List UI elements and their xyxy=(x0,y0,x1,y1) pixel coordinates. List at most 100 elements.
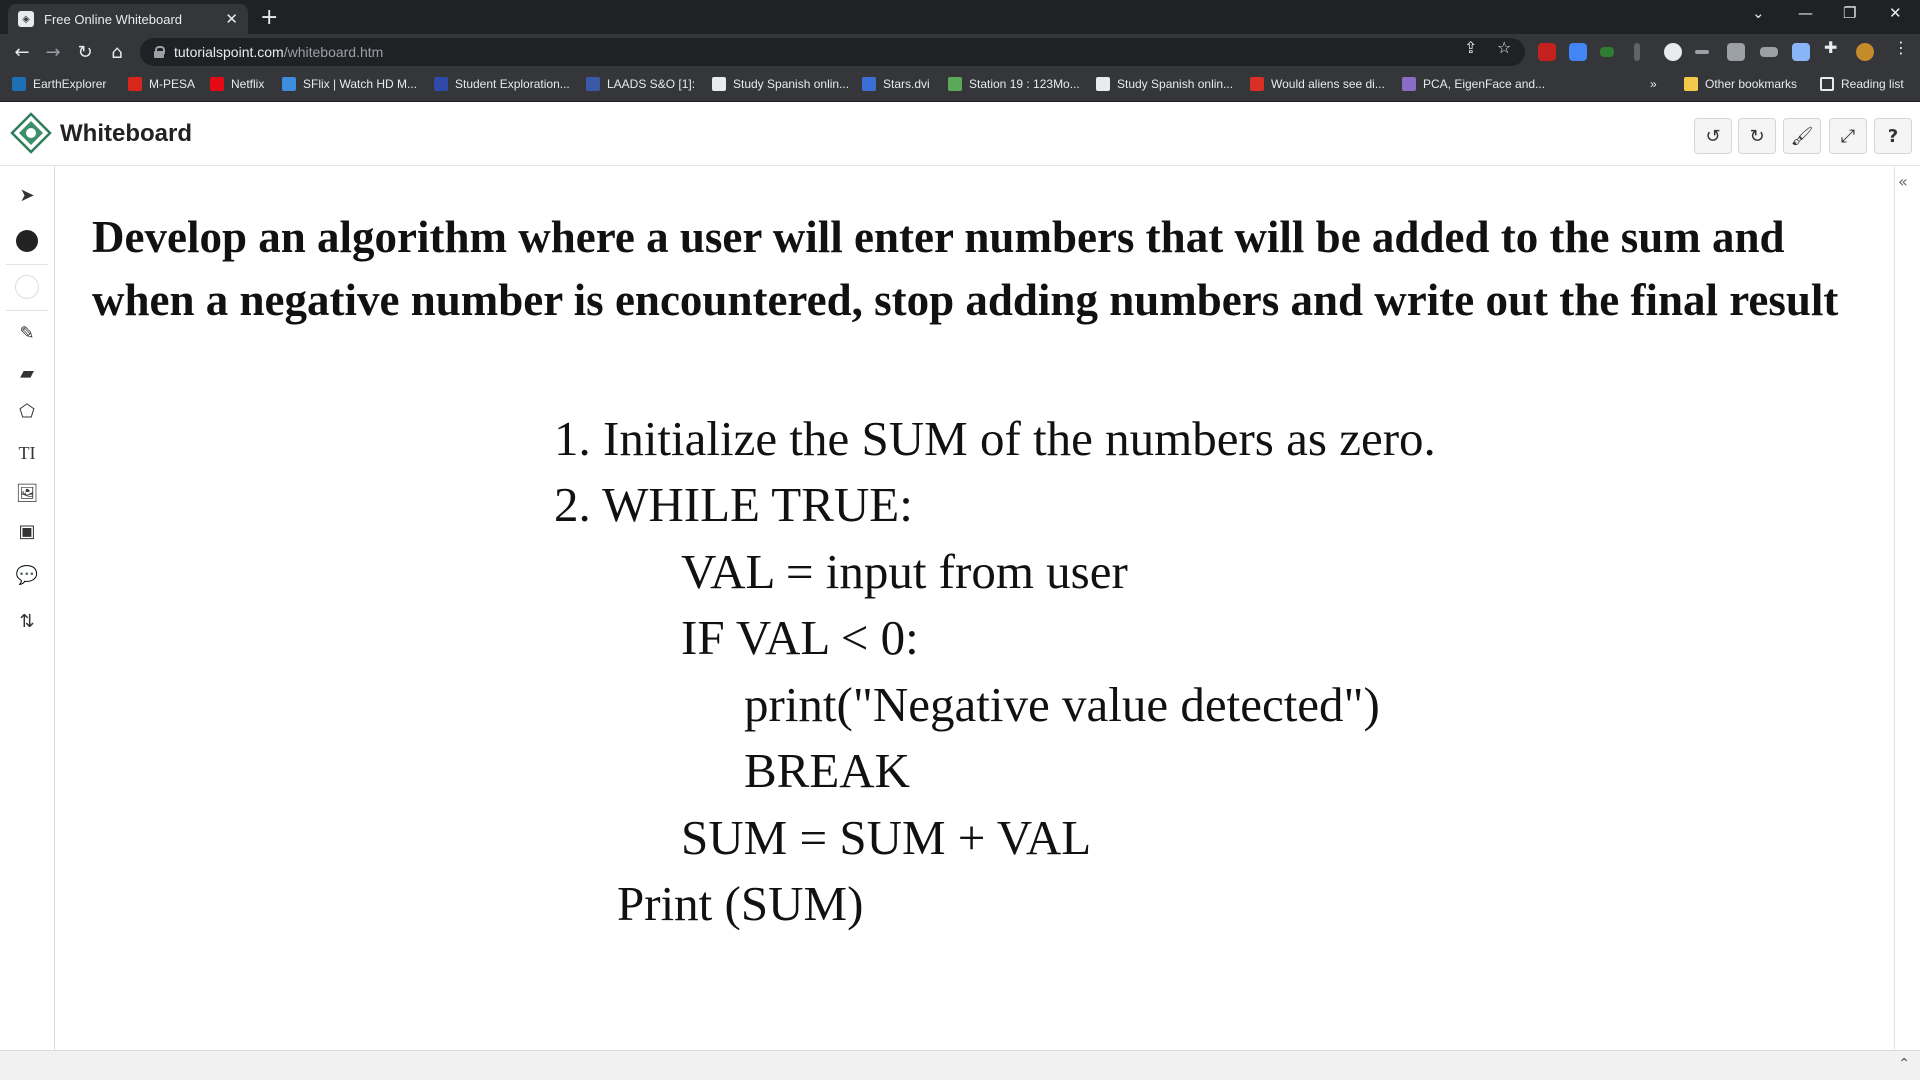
bookmark-favicon-icon xyxy=(1250,77,1264,91)
ublock-extension-icon[interactable] xyxy=(1538,43,1556,61)
new-tab-button[interactable]: + xyxy=(260,5,278,30)
bookmark-item[interactable]: EarthExplorer xyxy=(12,77,106,91)
image-tool[interactable]: 🖼 xyxy=(6,474,48,512)
page-title: Whiteboard xyxy=(60,120,192,147)
reading-list-icon xyxy=(1820,77,1834,91)
bookmark-item[interactable]: PCA, EigenFace and... xyxy=(1402,77,1545,91)
minimize-window-icon[interactable]: — xyxy=(1798,4,1813,22)
bookmark-favicon-icon xyxy=(948,77,962,91)
problem-statement-text: Develop an algorithm where a user will e… xyxy=(92,212,1839,325)
extension-icon[interactable] xyxy=(1695,50,1709,54)
close-tab-icon[interactable]: ✕ xyxy=(225,10,238,28)
pen-color-tool[interactable] xyxy=(6,222,48,260)
bookmark-favicon-icon xyxy=(1096,77,1110,91)
tool-sidebar: ➤ ✎ ▰ ⬠ TI 🖼 ▣ 💬 ⇅ xyxy=(0,166,55,1050)
scroll-up-icon[interactable]: ⌃ xyxy=(1898,1056,1910,1072)
bookmark-item[interactable]: SFlix | Watch HD M... xyxy=(282,77,417,91)
back-arrow-icon[interactable]: ← xyxy=(10,40,34,64)
select-pointer-tool[interactable]: ➤ xyxy=(6,176,48,214)
media-tool[interactable]: ▣ xyxy=(6,512,48,550)
algorithm-line: BREAK xyxy=(744,743,911,798)
bookmark-label: EarthExplorer xyxy=(33,77,107,91)
algorithm-line: print("Negative value detected") xyxy=(744,677,1380,732)
app-header: Whiteboard ↺ ↻ 🖌 ⤢ ? xyxy=(0,102,1920,166)
bookmark-star-icon[interactable]: ☆ xyxy=(1497,38,1511,57)
bookmark-label: Student Exploration... xyxy=(455,77,570,91)
comment-tool[interactable]: 💬 xyxy=(6,556,48,594)
bookmark-item[interactable]: Station 19 : 123Mo... xyxy=(948,77,1080,91)
background-color-tool[interactable] xyxy=(6,268,48,306)
share-icon[interactable]: ⇪ xyxy=(1464,38,1477,57)
redo-button[interactable]: ↻ xyxy=(1738,118,1776,154)
tool-divider xyxy=(6,310,48,311)
algorithm-line: VAL = input from user xyxy=(681,544,1128,599)
url-host: tutorialspoint.com xyxy=(174,44,284,60)
text-tool[interactable]: TI xyxy=(6,434,48,472)
folder-icon xyxy=(1684,77,1698,91)
whiteboard-favicon-icon: ◈ xyxy=(18,11,34,27)
screenshot-extension-icon[interactable] xyxy=(1792,43,1810,61)
browser-tab[interactable]: ◈ Free Online Whiteboard ✕ xyxy=(8,4,248,34)
restore-window-icon[interactable]: ❐ xyxy=(1843,4,1856,22)
algorithm-line: IF VAL < 0: xyxy=(681,610,919,665)
bookmark-favicon-icon xyxy=(1402,77,1416,91)
extension-icon[interactable] xyxy=(1634,43,1640,61)
bookmark-label: M-PESA xyxy=(149,77,196,91)
bottom-status-bar: ⌃ xyxy=(0,1050,1920,1080)
lock-icon xyxy=(154,46,165,58)
other-bookmarks-folder[interactable]: Other bookmarks xyxy=(1684,77,1797,91)
bookmark-label: PCA, EigenFace and... xyxy=(1423,77,1546,91)
clear-board-button[interactable]: 🖌 xyxy=(1783,118,1821,154)
extensions-puzzle-icon[interactable]: ✚ xyxy=(1824,38,1837,57)
eraser-tool[interactable]: ▰ xyxy=(6,354,48,392)
black-color-swatch-icon xyxy=(16,230,38,252)
bookmark-label: Study Spanish onlin... xyxy=(1117,77,1234,91)
url-path: /whiteboard.htm xyxy=(283,44,384,60)
other-bookmarks-label: Other bookmarks xyxy=(1705,77,1798,91)
algorithm-line: SUM = SUM + VAL xyxy=(681,810,1092,865)
bookmark-item[interactable]: Student Exploration... xyxy=(434,77,570,91)
browser-menu-icon[interactable]: ⋮ xyxy=(1893,38,1909,57)
bookmark-favicon-icon xyxy=(586,77,600,91)
sort-arrange-tool[interactable]: ⇅ xyxy=(6,602,48,640)
help-button[interactable]: ? xyxy=(1874,118,1912,154)
collapse-panel-icon[interactable]: « xyxy=(1898,172,1908,191)
translate-extension-icon[interactable] xyxy=(1569,43,1587,61)
bookmark-label: Station 19 : 123Mo... xyxy=(969,77,1080,91)
fullscreen-button[interactable]: ⤢ xyxy=(1829,118,1867,154)
reading-list-label: Reading list xyxy=(1841,77,1904,91)
bookmark-item[interactable]: M-PESA xyxy=(128,77,195,91)
extension-icon[interactable] xyxy=(1664,43,1682,61)
camera-extension-icon[interactable] xyxy=(1727,43,1745,61)
forward-arrow-icon[interactable]: → xyxy=(41,40,65,64)
address-bar[interactable]: tutorialspoint.com/whiteboard.htm xyxy=(140,38,1525,66)
close-window-icon[interactable]: ✕ xyxy=(1889,4,1902,22)
bookmarks-bar: EarthExplorer M-PESA Netflix SFlix | Watch … xyxy=(0,70,1920,102)
undo-button[interactable]: ↺ xyxy=(1694,118,1732,154)
profile-avatar[interactable] xyxy=(1856,43,1874,61)
bookmark-label: Study Spanish onlin... xyxy=(733,77,850,91)
reload-icon[interactable]: ↻ xyxy=(73,40,97,64)
shapes-tool[interactable]: ⬠ xyxy=(6,392,48,430)
white-color-swatch-icon xyxy=(15,275,39,299)
bookmark-label: Would aliens see di... xyxy=(1271,77,1385,91)
bookmark-item[interactable]: Study Spanish onlin... xyxy=(712,77,849,91)
bookmark-item[interactable]: Would aliens see di... xyxy=(1250,77,1385,91)
pencil-tool[interactable]: ✎ xyxy=(6,314,48,352)
bookmark-favicon-icon xyxy=(434,77,448,91)
tab-search-icon[interactable]: ⌄ xyxy=(1752,4,1765,22)
tool-divider xyxy=(6,264,48,265)
tab-title: Free Online Whiteboard xyxy=(44,11,183,27)
bookmark-item[interactable]: Netflix xyxy=(210,77,264,91)
bookmark-item[interactable]: Stars.dvi xyxy=(862,77,930,91)
tutorialspoint-logo-icon xyxy=(10,112,52,154)
bookmark-label: LAADS S&O [1]: xyxy=(607,77,696,91)
bookmark-favicon-icon xyxy=(712,77,726,91)
home-icon[interactable]: ⌂ xyxy=(105,40,129,64)
bookmarks-overflow-icon[interactable]: » xyxy=(1650,77,1657,91)
extension-icon[interactable] xyxy=(1760,47,1778,57)
bookmark-item[interactable]: Study Spanish onlin... xyxy=(1096,77,1233,91)
bookmark-item[interactable]: LAADS S&O [1]: xyxy=(586,77,695,91)
reading-list-button[interactable]: Reading list xyxy=(1820,77,1904,91)
extension-icon[interactable] xyxy=(1600,47,1614,57)
